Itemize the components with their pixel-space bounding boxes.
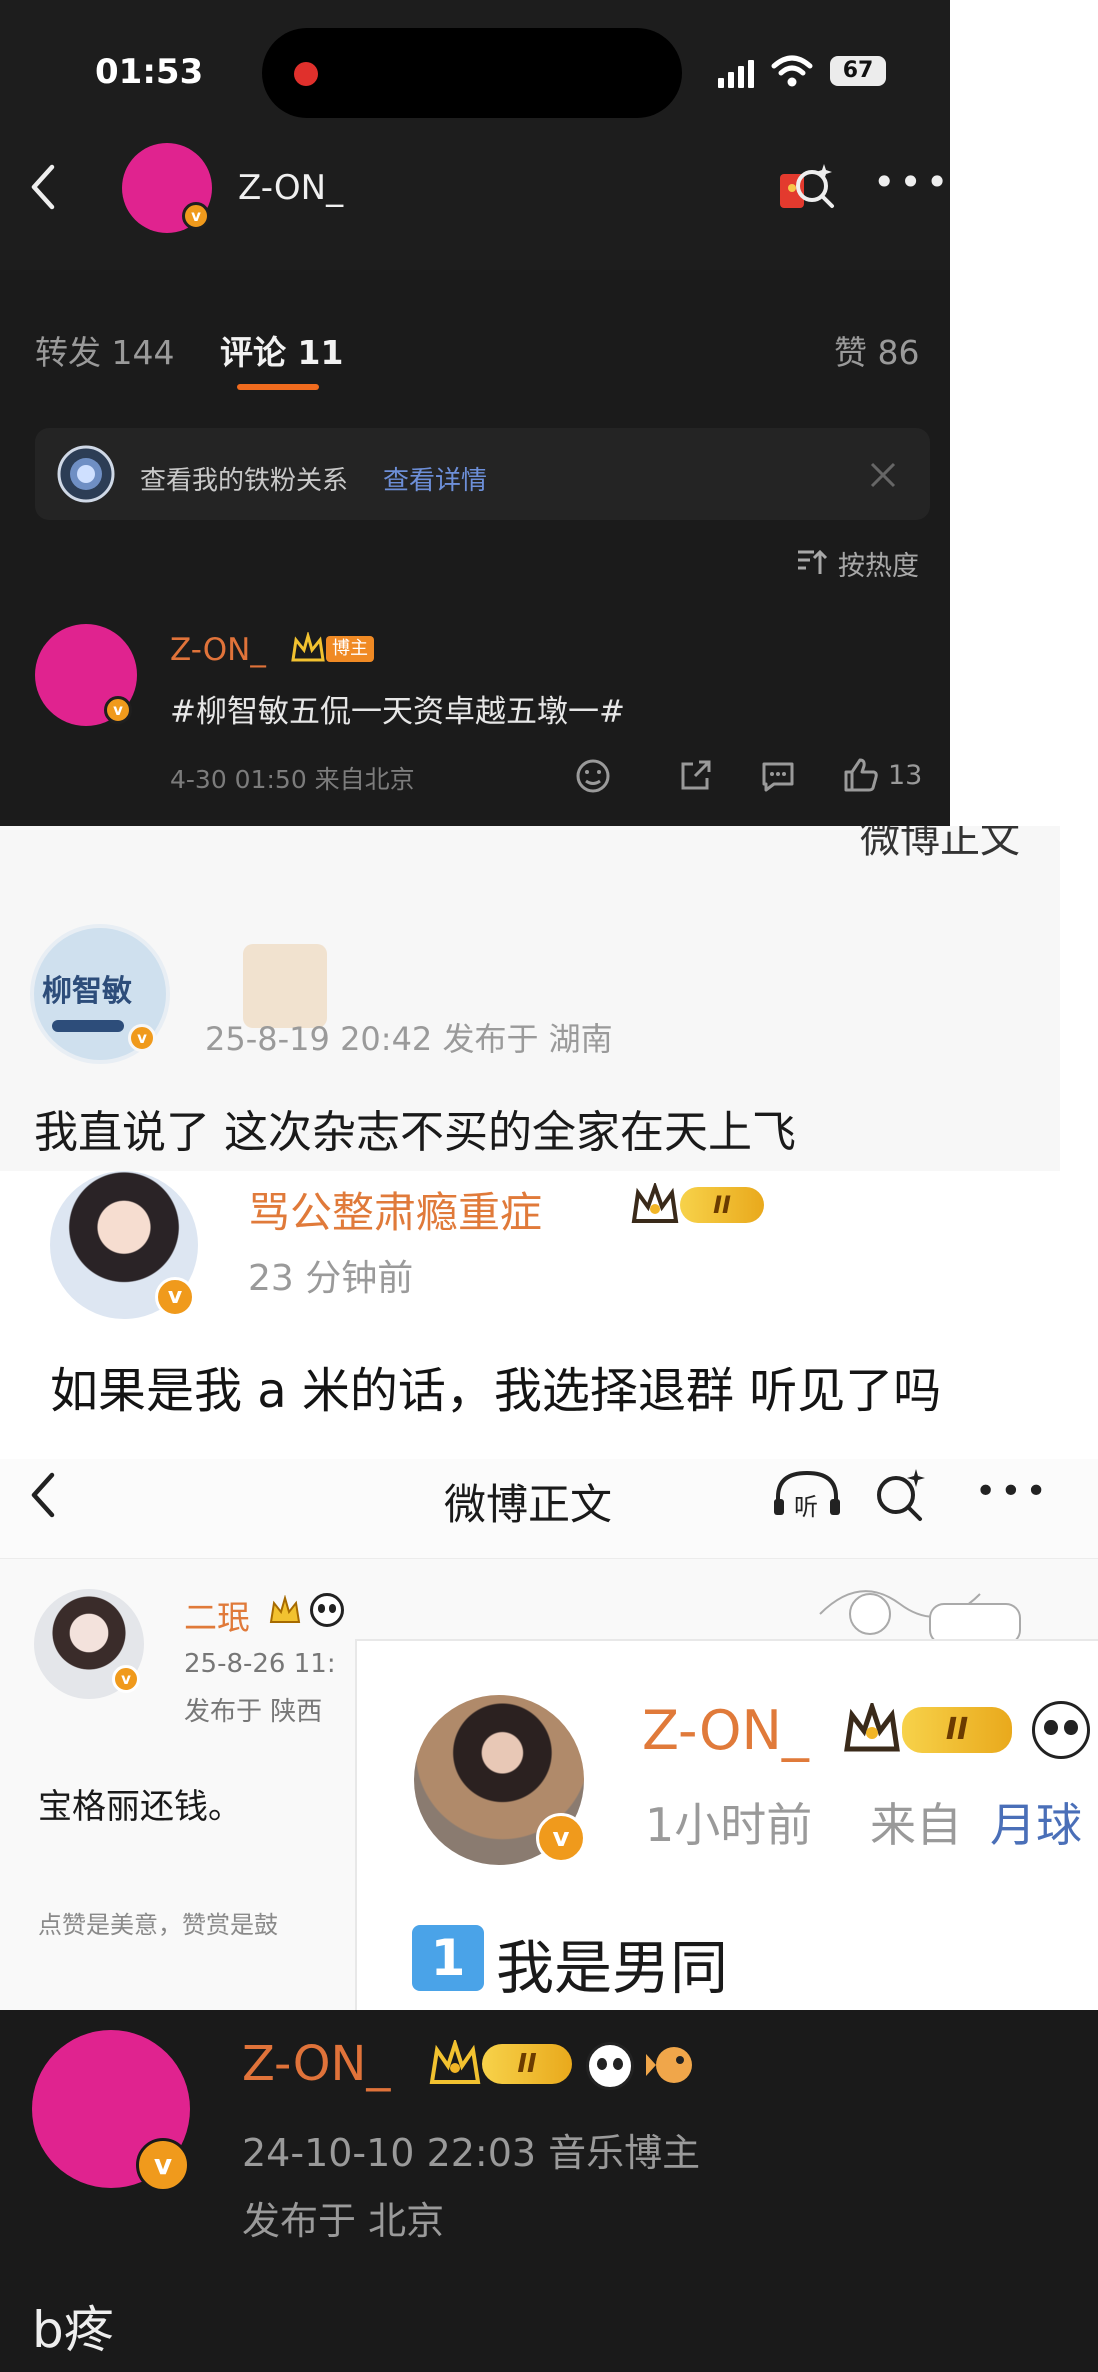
comment-text: 如果是我 a 米的话，我选择退群 听见了吗 (50, 1363, 942, 1419)
weibo-detail-panel: 微博正文 听 ••• v 二珉 25-8-26 11: 发布于 陕西 宝格丽还钱… (0, 1459, 1098, 2010)
verified-badge-icon: v (182, 202, 210, 230)
commenter-username[interactable]: 骂公整肃瘾重症 (248, 1179, 542, 1240)
emoji-icon[interactable] (575, 758, 611, 794)
listen-icon[interactable]: 听 (772, 1467, 842, 1521)
tab-repost[interactable]: 转发 144 (35, 326, 174, 374)
comment-text: #柳智敏五侃一天资卓越五墩一# (170, 694, 625, 730)
comment-meta: 24-10-10 22:03 音乐博主 (242, 2131, 701, 2175)
comment-location: 发布于 北京 (242, 2199, 445, 2243)
user-a-footer: 点赞是美意，赞赏是鼓 (38, 1911, 278, 1939)
dark-comment-panel: v Z-ON_ II 24-10-10 22:03 音乐博主 发布于 北京 b疼 (0, 2010, 1098, 2372)
blogger-tag: 博主 (326, 636, 374, 662)
number-one-emoji: 1 (412, 1925, 484, 1991)
verified-badge-icon: v (128, 1024, 156, 1052)
crown-icon (844, 1703, 900, 1752)
signal-icon (718, 58, 758, 88)
page-title: 微博正文 (444, 1480, 613, 1529)
avatar-text: 柳智敏 (42, 974, 132, 1009)
comment-username[interactable]: Z-ON_ (170, 632, 266, 668)
post-text: 我直说了 这次杂志不买的全家在天上飞 (34, 1107, 796, 1158)
banner-link[interactable]: 查看详情 (383, 460, 487, 497)
more-options-icon[interactable]: ••• (873, 160, 950, 204)
sort-label[interactable]: 按热度 (838, 544, 919, 583)
sticker-decoration (819, 1590, 1021, 1644)
avatar-bar (52, 1020, 124, 1032)
fish-icon (646, 2047, 692, 2083)
panda-icon (586, 2042, 634, 2090)
post-screenshot-panel: 微博正文 柳智敏 v 25-8-19 20:42 发布于 湖南 我直说了 这次杂… (0, 826, 1060, 1171)
crown-icon (291, 632, 325, 662)
status-time: 01:53 (95, 52, 204, 92)
crown-icon (631, 1183, 679, 1223)
verified-badge-icon: v (136, 2138, 190, 2192)
user-a-location: 发布于 陕西 (184, 1697, 323, 1727)
user-a-text: 宝格丽还钱。 (38, 1787, 242, 1827)
like-count: 13 (888, 760, 923, 791)
level-badge: II (680, 1187, 764, 1223)
crown-icon (269, 1595, 301, 1623)
verified-badge-icon: v (155, 1277, 195, 1317)
user-b-from: 来自 (870, 1798, 962, 1852)
user-b-text: 我是男同 (496, 1934, 729, 2002)
tab-comment[interactable]: 评论 11 (220, 326, 343, 374)
fan-badge-icon (57, 445, 115, 503)
user-b-time: 1小时前 (645, 1798, 813, 1852)
user-a-date: 25-8-26 11: (184, 1649, 336, 1679)
commenter-username[interactable]: Z-ON_ (242, 2036, 390, 2092)
level-badge: II (902, 1707, 1012, 1753)
verified-badge-icon: v (112, 1665, 140, 1693)
comment-text: b疼 (32, 2301, 114, 2359)
user-b-source-link[interactable]: 月球 (990, 1789, 1082, 1855)
sort-icon[interactable] (796, 548, 828, 576)
banner-text: 查看我的铁粉关系 (140, 466, 349, 496)
tab-active-indicator (237, 384, 319, 390)
verified-badge-icon: v (104, 696, 132, 724)
tab-like[interactable]: 赞 86 (834, 326, 919, 374)
battery-indicator: 67 (830, 56, 886, 86)
repost-comment-screen: 01:53 67 v Z-ON_ ••• 转发 144 评论 11 赞 86 查… (0, 0, 950, 826)
listen-label: 听 (794, 1493, 818, 1521)
panda-icon (1032, 1701, 1090, 1759)
verified-badge-icon: v (536, 1813, 586, 1863)
share-icon[interactable] (677, 758, 713, 794)
user-a-name[interactable]: 二珉 (184, 1591, 250, 1639)
close-icon[interactable] (868, 460, 898, 490)
wifi-icon (771, 55, 813, 87)
like-thumb-icon[interactable] (842, 756, 880, 794)
back-arrow-icon[interactable] (28, 1471, 60, 1519)
dynamic-island (262, 28, 682, 118)
more-options-icon[interactable]: ••• (975, 1471, 1051, 1512)
comment-panel: v 骂公整肃瘾重症 II 23 分钟前 如果是我 a 米的话，我选择退群 听见了… (0, 1171, 1098, 1459)
level-badge: II (482, 2044, 572, 2084)
user-b-name[interactable]: Z-ON_ (642, 1699, 809, 1762)
panda-icon (310, 1593, 344, 1627)
back-arrow-icon[interactable] (26, 162, 60, 212)
reply-icon[interactable] (760, 758, 796, 794)
recording-indicator-icon (294, 62, 318, 86)
comment-time: 23 分钟前 (248, 1258, 414, 1299)
post-meta: 25-8-19 20:42 发布于 湖南 (205, 1020, 613, 1058)
crown-icon (429, 2040, 481, 2084)
search-icon[interactable] (872, 1467, 928, 1523)
cut-page-title: 微博正文 (860, 826, 1020, 862)
red-packet-search-icon[interactable] (776, 158, 836, 218)
header-username[interactable]: Z-ON_ (238, 168, 343, 208)
comment-meta: 4-30 01:50 来自北京 (170, 765, 415, 794)
